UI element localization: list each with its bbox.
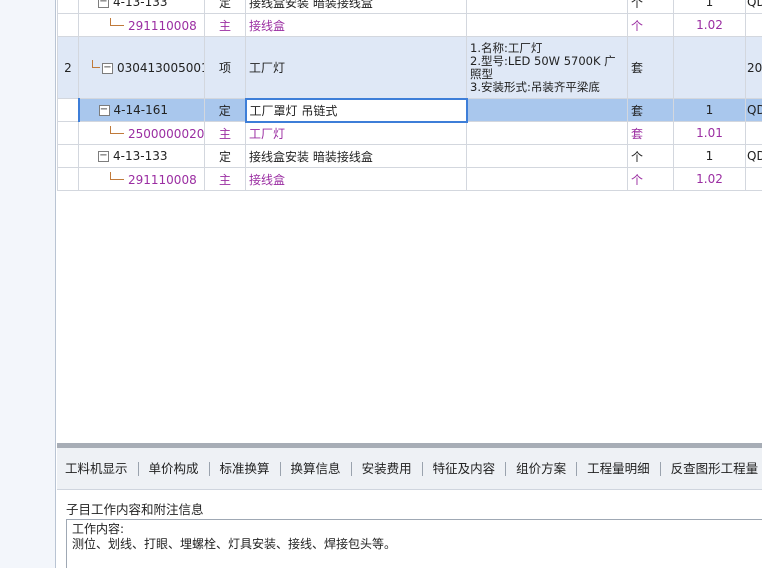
feature-cell[interactable] bbox=[466, 144, 628, 168]
item-code: 4-13-133 bbox=[113, 149, 168, 163]
code-cell[interactable]: −030413005001 bbox=[78, 36, 205, 99]
category-cell: 定 bbox=[204, 144, 246, 168]
detail-tabbar: 工料机显示 单价构成 标准换算 换算信息 安装费用 特征及内容 组价方案 工程量… bbox=[57, 448, 762, 490]
category-cell: 项 bbox=[204, 36, 246, 99]
tree-connector-icon bbox=[110, 125, 124, 134]
quantity-cell[interactable]: 1.01 bbox=[673, 121, 746, 145]
work-content-text: 测位、划线、打眼、埋螺栓、灯具安装、接线、焊接包头等。 bbox=[72, 537, 397, 551]
code-cell[interactable]: −4-13-133 bbox=[78, 144, 205, 168]
category-cell: 定 bbox=[204, 98, 246, 122]
collapse-icon[interactable]: − bbox=[98, 0, 109, 8]
tab-install-fee[interactable]: 安装费用 bbox=[352, 461, 423, 476]
table-row[interactable]: 291110008 主 接线盒 个 1.02 bbox=[57, 13, 762, 37]
work-content-label: 工作内容: bbox=[72, 522, 125, 536]
table-row[interactable]: 25000000202 主 工厂灯 套 1.01 bbox=[57, 121, 762, 145]
item-code: 4-13-133 bbox=[113, 0, 168, 9]
feature-text: 1.名称:工厂灯 2.型号:LED 50W 5700K 广照型 3.安装形式:吊… bbox=[470, 41, 616, 94]
detail-section-title: 子目工作内容和附注信息 bbox=[66, 502, 204, 517]
unit-cell: 套 bbox=[627, 98, 674, 122]
tab-standard-conversion[interactable]: 标准换算 bbox=[210, 461, 281, 476]
qd-cell bbox=[745, 167, 762, 191]
unit-cell: 套 bbox=[627, 36, 674, 99]
tab-pricing-scheme[interactable]: 组价方案 bbox=[506, 461, 578, 476]
tab-quantity-detail[interactable]: 工程量明细 bbox=[577, 461, 661, 476]
name-cell[interactable]: 接线盒安装 暗装接线盒 bbox=[245, 144, 467, 168]
table-row[interactable]: 2 −030413005001 项 工厂灯 1.名称:工厂灯 2.型号:LED … bbox=[57, 36, 762, 99]
collapse-icon[interactable]: − bbox=[102, 63, 113, 74]
qd-cell: 20 bbox=[745, 36, 762, 99]
unit-cell: 个 bbox=[627, 167, 674, 191]
item-code: 4-14-161 bbox=[113, 103, 168, 117]
unit-cell: 套 bbox=[627, 121, 674, 145]
name-cell[interactable]: 接线盒安装 暗装接线盒 bbox=[245, 0, 467, 14]
code-cell[interactable]: 25000000202 bbox=[78, 121, 205, 145]
quantity-cell[interactable]: 1 bbox=[673, 98, 746, 122]
quantity-cell[interactable]: 1.02 bbox=[673, 167, 746, 191]
table-row[interactable]: 291110008 主 接线盒 个 1.02 bbox=[57, 167, 762, 191]
feature-cell[interactable] bbox=[466, 13, 628, 37]
collapse-icon[interactable]: − bbox=[98, 105, 110, 116]
qd-cell: QDI bbox=[745, 0, 762, 14]
feature-cell[interactable] bbox=[466, 98, 628, 122]
collapse-icon[interactable]: − bbox=[98, 151, 109, 162]
item-code: 291110008 bbox=[128, 172, 197, 187]
name-cell[interactable]: 工厂罩灯 吊链式 bbox=[244, 97, 468, 123]
quantity-cell[interactable] bbox=[673, 36, 746, 99]
tree-connector-icon bbox=[110, 17, 124, 26]
bill-table: −4-13-133 定 接线盒安装 暗装接线盒 个 1 QDI 29111000… bbox=[57, 0, 762, 191]
unit-cell: 个 bbox=[627, 13, 674, 37]
item-code: 030413005001 bbox=[117, 61, 205, 75]
qd-cell bbox=[745, 13, 762, 37]
quantity-cell[interactable]: 1.02 bbox=[673, 13, 746, 37]
row-number: 2 bbox=[57, 36, 79, 99]
qd-cell: QDI bbox=[745, 98, 762, 122]
table-row[interactable]: −4-13-133 定 接线盒安装 暗装接线盒 个 1 QDI bbox=[57, 0, 762, 14]
category-cell: 主 bbox=[204, 13, 246, 37]
work-content-textarea[interactable]: 工作内容: 测位、划线、打眼、埋螺栓、灯具安装、接线、焊接包头等。 bbox=[66, 519, 762, 568]
name-cell[interactable]: 工厂灯 bbox=[245, 121, 467, 145]
row-number bbox=[57, 13, 79, 37]
tree-connector-icon bbox=[92, 60, 100, 68]
quantity-cell[interactable]: 1 bbox=[673, 144, 746, 168]
row-number bbox=[57, 0, 79, 14]
feature-cell[interactable] bbox=[466, 0, 628, 14]
category-cell: 主 bbox=[204, 121, 246, 145]
name-cell[interactable]: 接线盒 bbox=[245, 13, 467, 37]
category-cell: 主 bbox=[204, 167, 246, 191]
code-cell[interactable]: 291110008 bbox=[78, 167, 205, 191]
category-cell: 定 bbox=[204, 0, 246, 14]
unit-cell: 个 bbox=[627, 144, 674, 168]
tab-conversion-info[interactable]: 换算信息 bbox=[281, 461, 352, 476]
qd-cell: QDI bbox=[745, 144, 762, 168]
table-row[interactable]: −4-13-133 定 接线盒安装 暗装接线盒 个 1 QDI bbox=[57, 144, 762, 168]
table-row-selected[interactable]: −4-14-161 定 工厂罩灯 吊链式 套 1 QDI bbox=[57, 97, 762, 123]
code-cell[interactable]: −4-14-161 bbox=[77, 98, 205, 122]
name-cell[interactable]: 工厂灯 bbox=[245, 36, 467, 99]
item-code: 25000000202 bbox=[128, 126, 205, 141]
tab-unit-price[interactable]: 单价构成 bbox=[139, 461, 210, 476]
feature-cell[interactable]: 1.名称:工厂灯 2.型号:LED 50W 5700K 广照型 3.安装形式:吊… bbox=[466, 36, 628, 99]
row-number bbox=[57, 98, 79, 122]
tree-connector-icon bbox=[110, 171, 124, 180]
item-code: 291110008 bbox=[128, 18, 197, 33]
row-number bbox=[57, 167, 79, 191]
tab-graphic-quantity[interactable]: 反查图形工程量 bbox=[661, 461, 762, 476]
left-panel bbox=[0, 0, 56, 568]
name-cell[interactable]: 接线盒 bbox=[245, 167, 467, 191]
tab-material-display[interactable]: 工料机显示 bbox=[65, 461, 139, 476]
unit-cell: 个 bbox=[627, 0, 674, 14]
row-number bbox=[57, 121, 79, 145]
qd-cell bbox=[745, 121, 762, 145]
tab-features-content[interactable]: 特征及内容 bbox=[423, 461, 507, 476]
row-number bbox=[57, 144, 79, 168]
quantity-cell[interactable]: 1 bbox=[673, 0, 746, 14]
feature-cell[interactable] bbox=[466, 167, 628, 191]
feature-cell[interactable] bbox=[466, 121, 628, 145]
bill-grid[interactable]: −4-13-133 定 接线盒安装 暗装接线盒 个 1 QDI 29111000… bbox=[57, 0, 762, 443]
code-cell[interactable]: 291110008 bbox=[78, 13, 205, 37]
code-cell[interactable]: −4-13-133 bbox=[78, 0, 205, 14]
